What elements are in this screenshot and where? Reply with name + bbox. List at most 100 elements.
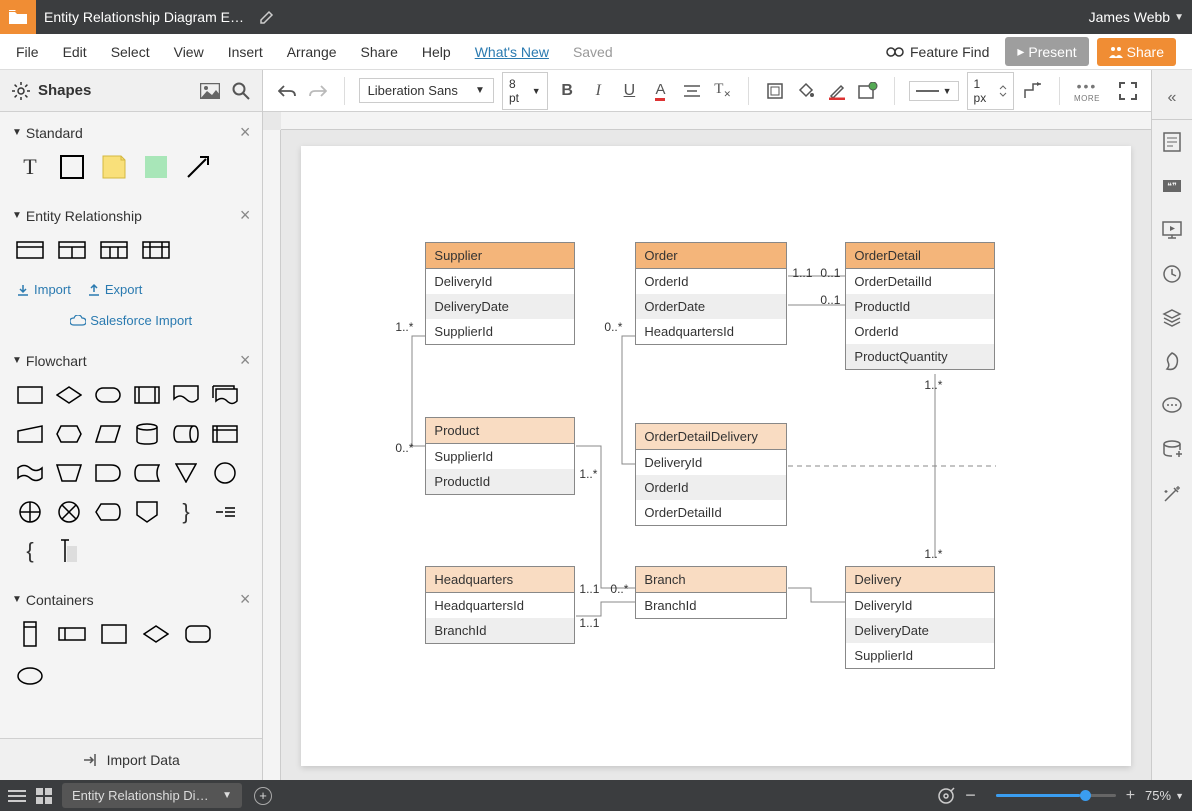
shape-cont-1[interactable] xyxy=(16,620,44,648)
history-icon[interactable] xyxy=(1152,252,1192,296)
entity-field[interactable]: DeliveryId xyxy=(426,269,574,294)
page-settings-icon[interactable] xyxy=(1152,120,1192,164)
shape-rect[interactable] xyxy=(58,153,86,181)
shape-fc-note[interactable] xyxy=(211,498,239,526)
target-icon[interactable] xyxy=(937,787,955,805)
canvas[interactable]: Supplier DeliveryId DeliveryDate Supplie… xyxy=(281,130,1151,780)
shape-fc-decision[interactable] xyxy=(55,381,83,409)
entity-header[interactable]: Supplier xyxy=(426,243,574,269)
entity-field[interactable]: DeliveryId xyxy=(636,450,786,475)
entity-field[interactable]: SupplierId xyxy=(426,319,574,344)
entity-header[interactable]: Product xyxy=(426,418,574,444)
shape-fc-process[interactable] xyxy=(16,381,44,409)
entity-field[interactable]: OrderId xyxy=(636,475,786,500)
chevron-down-icon[interactable]: ▼ xyxy=(1175,791,1184,801)
layers-icon[interactable] xyxy=(1152,296,1192,340)
entity-field[interactable]: OrderId xyxy=(846,319,994,344)
clear-format-button[interactable]: T✕ xyxy=(711,81,734,100)
entity-supplier[interactable]: Supplier DeliveryId DeliveryDate Supplie… xyxy=(425,242,575,345)
shape-fc-brace-l[interactable]: { xyxy=(16,537,44,565)
add-page-button[interactable]: + xyxy=(254,787,272,805)
entity-field[interactable]: ProductQuantity xyxy=(846,344,994,369)
menu-help[interactable]: Help xyxy=(422,44,451,60)
shape-note[interactable] xyxy=(100,153,128,181)
shape-fc-sum[interactable] xyxy=(55,498,83,526)
shape-fc-preparation[interactable] xyxy=(55,420,83,448)
shape-fc-terminator[interactable] xyxy=(94,381,122,409)
shape-fc-card[interactable] xyxy=(55,537,83,565)
shape-fc-merge[interactable] xyxy=(172,459,200,487)
entity-field[interactable]: OrderDate xyxy=(636,294,786,319)
close-icon[interactable]: × xyxy=(240,589,251,610)
line-style-select[interactable]: ▼ xyxy=(909,81,959,101)
entity-field[interactable]: HeadquartersId xyxy=(426,593,574,618)
user-menu[interactable]: James Webb xyxy=(1089,9,1170,25)
redo-button[interactable] xyxy=(307,84,330,98)
close-icon[interactable]: × xyxy=(240,122,251,143)
shape-cont-3[interactable] xyxy=(100,620,128,648)
entity-field[interactable]: OrderId xyxy=(636,269,786,294)
entity-field[interactable]: SupplierId xyxy=(426,444,574,469)
shape-cont-2[interactable] xyxy=(58,620,86,648)
shape-entity-4[interactable] xyxy=(142,236,170,264)
shape-arrow[interactable] xyxy=(184,153,212,181)
shape-cont-5[interactable] xyxy=(184,620,212,648)
entity-order[interactable]: Order OrderId OrderDate HeadquartersId xyxy=(635,242,787,345)
data-icon[interactable] xyxy=(1152,428,1192,472)
category-flowchart-header[interactable]: ▼ Flowchart × xyxy=(0,340,262,381)
shape-fc-database[interactable] xyxy=(133,420,161,448)
shape-text[interactable]: T xyxy=(16,153,44,181)
search-icon[interactable] xyxy=(232,82,250,100)
theme-icon[interactable] xyxy=(1152,340,1192,384)
share-button[interactable]: Share xyxy=(1097,38,1176,66)
document-title[interactable]: Entity Relationship Diagram Exa… xyxy=(44,9,244,25)
gear-icon[interactable] xyxy=(12,82,30,100)
shape-cont-6[interactable] xyxy=(16,662,44,690)
export-link[interactable]: Export xyxy=(87,282,143,297)
grid-view-icon[interactable] xyxy=(36,788,52,804)
entity-branch[interactable]: Branch BranchId xyxy=(635,566,787,619)
entity-field[interactable]: DeliveryId xyxy=(846,593,994,618)
zoom-slider[interactable] xyxy=(996,794,1116,797)
menu-file[interactable]: File xyxy=(16,44,39,60)
shape-fc-display[interactable] xyxy=(94,498,122,526)
ruler-vertical[interactable] xyxy=(263,130,281,780)
entity-field[interactable]: OrderDetailId xyxy=(636,500,786,525)
fullscreen-button[interactable] xyxy=(1116,82,1139,100)
collapse-panel-button[interactable]: « xyxy=(1152,76,1192,120)
line-type-button[interactable] xyxy=(1022,82,1045,100)
fill-color-button[interactable] xyxy=(794,82,817,100)
entity-header[interactable]: Delivery xyxy=(846,567,994,593)
menu-select[interactable]: Select xyxy=(111,44,150,60)
category-er-header[interactable]: ▼ Entity Relationship × xyxy=(0,195,262,236)
more-button[interactable]: ••• MORE xyxy=(1074,78,1100,103)
entity-field[interactable]: HeadquartersId xyxy=(636,319,786,344)
zoom-level[interactable]: 75% xyxy=(1145,788,1171,803)
menu-insert[interactable]: Insert xyxy=(228,44,263,60)
page[interactable]: Supplier DeliveryId DeliveryDate Supplie… xyxy=(301,146,1131,766)
shape-entity-1[interactable] xyxy=(16,236,44,264)
menu-share[interactable]: Share xyxy=(361,44,398,60)
feature-find-button[interactable]: Feature Find xyxy=(886,44,989,60)
shape-fill-button[interactable] xyxy=(763,82,786,100)
rename-icon[interactable] xyxy=(260,10,274,24)
entity-header[interactable]: OrderDetailDelivery xyxy=(636,424,786,450)
entity-field[interactable]: DeliveryDate xyxy=(846,618,994,643)
page-tab[interactable]: Entity Relationship Dia… ▼ xyxy=(62,783,242,808)
present-panel-icon[interactable] xyxy=(1152,208,1192,252)
menu-arrange[interactable]: Arrange xyxy=(287,44,337,60)
underline-button[interactable]: U xyxy=(618,82,641,100)
entity-field[interactable]: ProductId xyxy=(846,294,994,319)
font-select[interactable]: Liberation Sans ▼ xyxy=(359,78,494,103)
close-icon[interactable]: × xyxy=(240,350,251,371)
shape-fc-papertape[interactable] xyxy=(16,459,44,487)
magic-icon[interactable] xyxy=(1152,472,1192,516)
shape-entity-3[interactable] xyxy=(100,236,128,264)
shape-fc-manual-input[interactable] xyxy=(16,420,44,448)
entity-header[interactable]: Headquarters xyxy=(426,567,574,593)
undo-button[interactable] xyxy=(275,84,298,98)
shape-fc-internal[interactable] xyxy=(211,420,239,448)
image-icon[interactable] xyxy=(200,83,220,99)
entity-headquarters[interactable]: Headquarters HeadquartersId BranchId xyxy=(425,566,575,644)
salesforce-link[interactable]: Salesforce Import xyxy=(16,313,246,328)
